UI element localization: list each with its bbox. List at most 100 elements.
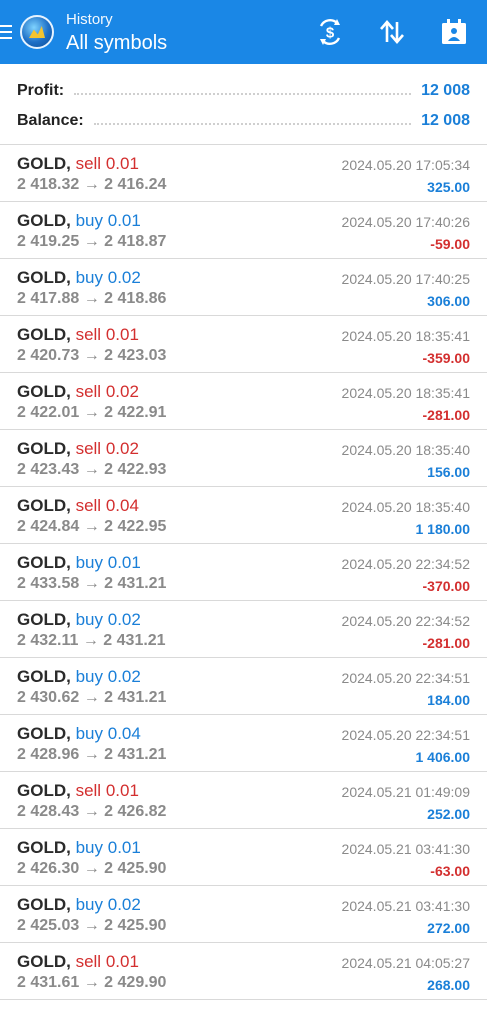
trade-side: buy	[75, 553, 103, 572]
close-price: 2 418.86	[104, 290, 167, 307]
trade-side: buy	[75, 268, 103, 287]
trade-symbol: GOLD,	[17, 667, 71, 686]
trade-volume: 0.01	[105, 325, 139, 344]
history-screen: History All symbols $ Profit: 12 008 Bal…	[0, 0, 487, 1024]
trade-volume: 0.01	[105, 781, 139, 800]
balance-value: 12 008	[421, 112, 470, 129]
trade-row[interactable]: GOLD, buy 0.02 2 430.62 → 2 431.21 2024.05…	[0, 658, 487, 715]
close-price: 2 416.24	[104, 176, 167, 193]
open-price: 2 418.32	[17, 176, 80, 193]
trade-symbol: GOLD,	[17, 610, 71, 629]
close-price: 2 429.90	[104, 974, 167, 991]
trade-profit: 1 180.00	[415, 521, 471, 537]
close-price: 2 422.93	[104, 461, 167, 478]
trade-time: 2024.05.20 22:34:51	[341, 670, 470, 686]
trade-volume: 0.01	[107, 838, 141, 857]
trade-time: 2024.05.20 18:35:41	[341, 385, 470, 401]
arrow-right-icon: →	[78, 632, 104, 649]
trade-side: buy	[75, 838, 103, 857]
trade-symbol: GOLD,	[17, 781, 71, 800]
trade-profit: 184.00	[427, 692, 470, 708]
trade-row[interactable]: GOLD, sell 0.02 2 422.01 → 2 422.91 2024.0…	[0, 373, 487, 430]
trade-title: GOLD, buy 0.02	[17, 667, 141, 687]
open-price: 2 430.62	[17, 689, 80, 706]
trade-time: 2024.05.20 17:05:34	[341, 157, 470, 173]
open-price: 2 422.01	[17, 404, 80, 421]
close-price: 2 422.95	[104, 518, 167, 535]
trade-symbol: GOLD,	[17, 154, 71, 173]
arrow-right-icon: →	[79, 860, 105, 877]
top-app-bar: History All symbols $	[0, 0, 487, 64]
arrow-right-icon: →	[79, 290, 105, 307]
symbol-filter-title[interactable]: All symbols	[66, 33, 167, 53]
open-price: 2 428.43	[17, 803, 80, 820]
dotted-leader	[93, 123, 412, 125]
trade-title: GOLD, sell 0.02	[17, 439, 139, 459]
trade-profit: 268.00	[427, 977, 470, 993]
trade-profit: -370.00	[422, 578, 470, 594]
trade-profit: 306.00	[427, 293, 470, 309]
deposit-withdraw-icon[interactable]: $	[315, 17, 345, 47]
trade-row[interactable]: GOLD, buy 0.01 2 419.25 → 2 418.87 2024.05…	[0, 202, 487, 259]
open-price: 2 425.03	[17, 917, 80, 934]
trade-profit: 1 406.00	[415, 749, 471, 765]
calendar-icon[interactable]	[439, 17, 469, 47]
trade-symbol: GOLD,	[17, 382, 71, 401]
trade-side: buy	[75, 211, 103, 230]
arrow-right-icon: →	[79, 347, 105, 364]
trade-side: sell	[75, 382, 102, 401]
trade-row[interactable]: GOLD, sell 0.02 2 423.43 → 2 422.93 2024.0…	[0, 430, 487, 487]
trade-title: GOLD, buy 0.01	[17, 838, 141, 858]
trade-row[interactable]: GOLD, sell 0.01 2 428.43 → 2 426.82 2024.0…	[0, 772, 487, 829]
profit-value: 12 008	[421, 82, 470, 99]
trade-title: GOLD, buy 0.01	[17, 553, 141, 573]
close-price: 2 431.21	[104, 689, 167, 706]
trade-row[interactable]: GOLD, buy 0.04 2 428.96 → 2 431.21 2024.05…	[0, 715, 487, 772]
trade-row[interactable]: GOLD, buy 0.02 2 417.88 → 2 418.86 2024.05…	[0, 259, 487, 316]
trade-side: buy	[75, 895, 103, 914]
trade-volume: 0.02	[107, 268, 141, 287]
open-price: 2 428.96	[17, 746, 80, 763]
arrow-right-icon: →	[79, 461, 105, 478]
trade-profit: -59.00	[430, 236, 470, 252]
close-price: 2 431.21	[104, 746, 167, 763]
sort-icon[interactable]	[377, 17, 407, 47]
trade-prices: 2 417.88 → 2 418.86	[17, 290, 166, 308]
trade-row[interactable]: GOLD, buy 0.02 2 425.03 → 2 425.90 2024.05…	[0, 886, 487, 943]
trade-title: GOLD, sell 0.04	[17, 496, 139, 516]
trade-prices: 2 423.43 → 2 422.93	[17, 461, 166, 479]
trade-time: 2024.05.20 17:40:25	[341, 271, 470, 287]
trade-symbol: GOLD,	[17, 838, 71, 857]
trade-volume: 0.01	[107, 553, 141, 572]
trade-symbol: GOLD,	[17, 268, 71, 287]
trade-side: sell	[75, 154, 102, 173]
trade-prices: 2 418.32 → 2 416.24	[17, 176, 166, 194]
trade-volume: 0.02	[107, 610, 141, 629]
app-logo-icon	[20, 15, 54, 49]
arrow-right-icon: →	[79, 746, 105, 763]
close-price: 2 425.90	[104, 917, 167, 934]
trade-profit: 325.00	[427, 179, 470, 195]
trade-row[interactable]: GOLD, buy 0.01 2 426.30 → 2 425.90 2024.05…	[0, 829, 487, 886]
trade-row[interactable]: GOLD, sell 0.04 2 424.84 → 2 422.95 2024.0…	[0, 487, 487, 544]
trade-profit: -359.00	[422, 350, 470, 366]
trade-row[interactable]: GOLD, sell 0.01 2 418.32 → 2 416.24 2024.0…	[0, 145, 487, 202]
trade-time: 2024.05.20 22:34:52	[341, 556, 470, 572]
trade-time: 2024.05.20 18:35:40	[341, 442, 470, 458]
trade-prices: 2 422.01 → 2 422.91	[17, 404, 166, 422]
trade-profit: -281.00	[422, 407, 470, 423]
menu-icon[interactable]	[0, 0, 14, 64]
trade-symbol: GOLD,	[17, 496, 71, 515]
trade-row[interactable]: GOLD, sell 0.01 2 431.61 → 2 429.90 2024.0…	[0, 943, 487, 1000]
trade-time: 2024.05.20 22:34:51	[341, 727, 470, 743]
trade-row[interactable]: GOLD, sell 0.01 2 420.73 → 2 423.03 2024.0…	[0, 316, 487, 373]
trade-title: GOLD, buy 0.01	[17, 211, 141, 231]
trade-side: sell	[75, 325, 102, 344]
header-titles[interactable]: History All symbols	[66, 12, 167, 53]
trade-symbol: GOLD,	[17, 952, 71, 971]
trade-row[interactable]: GOLD, buy 0.02 2 432.11 → 2 431.21 2024.05…	[0, 601, 487, 658]
arrow-right-icon: →	[79, 917, 105, 934]
trade-title: GOLD, sell 0.01	[17, 325, 139, 345]
trade-time: 2024.05.20 18:35:41	[341, 328, 470, 344]
trade-row[interactable]: GOLD, buy 0.01 2 433.58 → 2 431.21 2024.05…	[0, 544, 487, 601]
